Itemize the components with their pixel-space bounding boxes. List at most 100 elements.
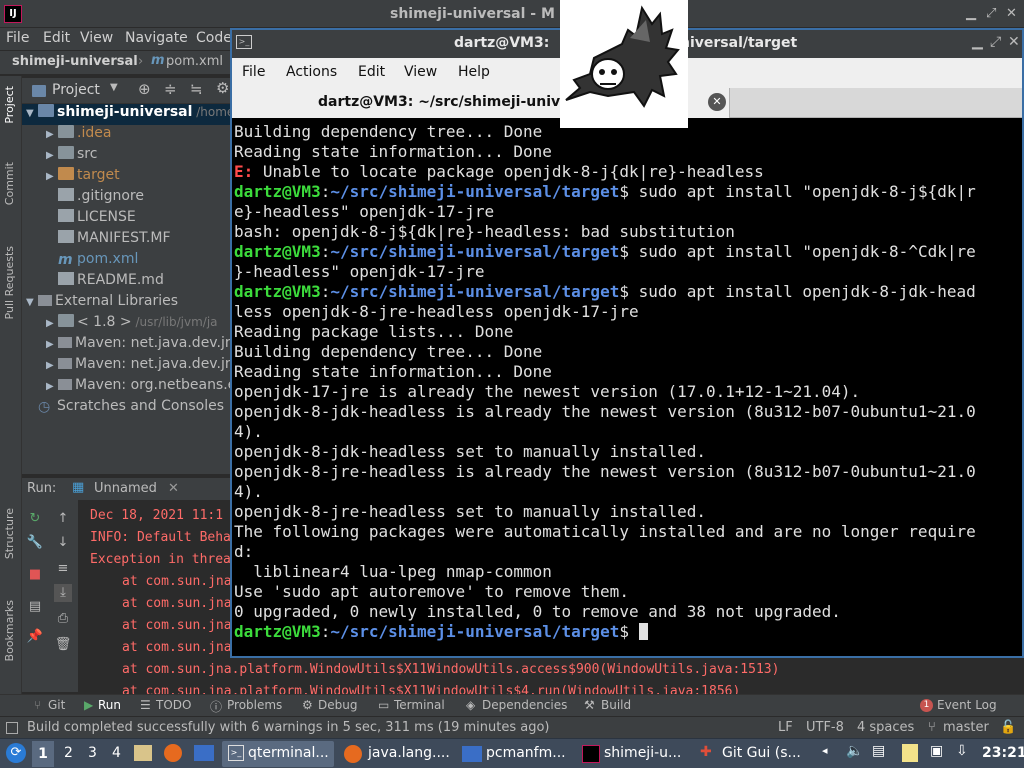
task-qterminal[interactable]: >_ qterminal...: [222, 741, 334, 767]
indent-setting[interactable]: 4 spaces: [857, 720, 914, 735]
workspace-1[interactable]: 1: [32, 741, 54, 767]
shimeji-mascot[interactable]: [560, 0, 688, 128]
tree-item[interactable]: ▶ .idea: [22, 125, 111, 146]
terminal-output[interactable]: Building dependency tree... Done Reading …: [234, 122, 1020, 656]
volume-icon[interactable]: 🔈: [846, 743, 863, 759]
minimize-icon[interactable]: ▁: [972, 34, 983, 50]
terminal-menu-actions[interactable]: Actions: [286, 64, 337, 80]
panel-toggle-icon[interactable]: [6, 722, 18, 734]
tab-build[interactable]: Build: [601, 698, 631, 712]
tree-item[interactable]: ▶ Maven: net.java.dev.jn: [22, 356, 234, 377]
clock[interactable]: 23:21: [982, 745, 1024, 761]
chevron-right-icon[interactable]: ▶: [46, 339, 58, 350]
terminal-menu-view[interactable]: View: [404, 64, 437, 80]
tab-project[interactable]: Project: [3, 86, 16, 124]
notes-icon[interactable]: [902, 744, 918, 762]
menu-code[interactable]: Code: [196, 30, 232, 46]
workspace-4[interactable]: 4: [112, 745, 121, 761]
file-manager-launcher-icon[interactable]: [134, 745, 152, 761]
chevron-right-icon[interactable]: ▶: [46, 381, 58, 392]
close-icon[interactable]: ✕: [1006, 6, 1017, 21]
chevron-right-icon[interactable]: ▶: [46, 318, 58, 329]
task-pcmanfm[interactable]: pcmanfm...: [458, 741, 574, 767]
lock-icon[interactable]: 🔓: [1000, 720, 1016, 735]
tree-item[interactable]: ▶ src: [22, 146, 97, 167]
scroll-to-end-icon[interactable]: ⤓: [54, 584, 72, 602]
tab-commit[interactable]: Commit: [3, 162, 16, 205]
git-branch[interactable]: master: [943, 720, 989, 735]
tab-pull-requests[interactable]: Pull Requests: [3, 246, 16, 319]
run-config-tab[interactable]: Unnamed: [94, 481, 157, 496]
close-icon[interactable]: ✕: [1008, 34, 1020, 50]
maximize-icon[interactable]: ⤢: [990, 34, 1001, 50]
tab-terminal[interactable]: Terminal: [394, 698, 445, 712]
chevron-right-icon[interactable]: ▶: [46, 129, 58, 140]
workspace-2[interactable]: 2: [64, 745, 73, 761]
file-encoding[interactable]: UTF-8: [806, 720, 844, 735]
firefox-launcher-icon[interactable]: [164, 744, 182, 762]
chevron-right-icon[interactable]: ▶: [46, 171, 58, 182]
soft-wrap-icon[interactable]: ≡: [54, 560, 72, 578]
menu-file[interactable]: File: [6, 30, 29, 46]
terminal-menu-help[interactable]: Help: [458, 64, 490, 80]
tab-debug[interactable]: Debug: [318, 698, 357, 712]
terminal-menu-edit[interactable]: Edit: [358, 64, 385, 80]
tab-run[interactable]: Run: [98, 698, 121, 712]
maximize-icon[interactable]: ⤢: [986, 6, 996, 21]
tree-item[interactable]: ▶ Maven: net.java.dev.jn: [22, 335, 234, 356]
crosshair-icon[interactable]: ⊕: [138, 80, 151, 98]
collapse-all-icon[interactable]: ≑: [164, 80, 177, 98]
tree-item[interactable]: ▶ < 1.8 > /usr/lib/jvm/ja: [22, 314, 218, 335]
stop-icon[interactable]: ■: [26, 566, 44, 584]
tree-item[interactable]: ◷ Scratches and Consoles: [22, 398, 224, 419]
task-intellij[interactable]: shimeji-u...: [578, 741, 690, 767]
start-menu-icon[interactable]: ⟳: [6, 743, 26, 763]
terminal-menu-file[interactable]: File: [242, 64, 265, 80]
tree-item[interactable]: ▶ target: [22, 167, 120, 188]
tab-event-log[interactable]: Event Log: [937, 698, 997, 712]
project-panel-title[interactable]: Project: [52, 82, 100, 98]
layout-icon[interactable]: ▤: [26, 598, 44, 616]
tree-item[interactable]: ▼ shimeji-universal /home: [22, 104, 234, 125]
tab-bookmarks[interactable]: Bookmarks: [3, 600, 16, 661]
task-java[interactable]: java.lang....: [340, 741, 452, 767]
tab-dependencies[interactable]: Dependencies: [482, 698, 567, 712]
chevron-down-icon[interactable]: ▼: [26, 297, 38, 308]
status-message[interactable]: Build completed successfully with 6 warn…: [27, 720, 550, 735]
tray-icon[interactable]: ⇩: [956, 743, 968, 759]
line-separator[interactable]: LF: [778, 720, 793, 735]
tree-item[interactable]: ▶ Maven: org.netbeans.e: [22, 377, 236, 398]
menu-view[interactable]: View: [80, 30, 113, 46]
up-arrow-icon[interactable]: ↑: [54, 510, 72, 528]
scroll-left-icon[interactable]: ◂: [822, 744, 828, 757]
print-icon[interactable]: ⎙: [54, 610, 72, 628]
tab-todo[interactable]: TODO: [156, 698, 191, 712]
menu-edit[interactable]: Edit: [43, 30, 70, 46]
chevron-down-icon[interactable]: ▼: [110, 82, 118, 93]
close-tab-icon[interactable]: ✕: [708, 93, 726, 111]
desktop-launcher-icon[interactable]: [194, 745, 214, 761]
chevron-right-icon[interactable]: ▶: [46, 360, 58, 371]
tab-git[interactable]: Git: [48, 698, 65, 712]
task-git-gui[interactable]: ✚ Git Gui (s...: [696, 741, 808, 767]
settings-icon[interactable]: ⚙: [216, 79, 229, 97]
workspace-3[interactable]: 3: [88, 745, 97, 761]
tree-item[interactable]: README.md: [22, 272, 164, 293]
tree-item[interactable]: m pom.xml: [22, 251, 138, 272]
network-icon[interactable]: ▣: [930, 743, 943, 759]
tab-problems[interactable]: Problems: [227, 698, 282, 712]
tree-item[interactable]: .gitignore: [22, 188, 144, 209]
rerun-icon[interactable]: ↻: [26, 510, 44, 528]
pin-icon[interactable]: 📌: [26, 628, 44, 646]
down-arrow-icon[interactable]: ↓: [54, 534, 72, 552]
tab-structure[interactable]: Structure: [3, 508, 16, 559]
trash-icon[interactable]: 🗑: [54, 636, 72, 654]
tree-item[interactable]: LICENSE: [22, 209, 136, 230]
expand-all-icon[interactable]: ≒: [190, 80, 203, 98]
screenshot-icon[interactable]: ▤: [872, 743, 885, 759]
breadcrumb-file[interactable]: pom.xml: [166, 54, 223, 69]
close-tab-icon[interactable]: ✕: [168, 481, 179, 496]
tree-item[interactable]: ▼ External Libraries: [22, 293, 178, 314]
chevron-down-icon[interactable]: ▼: [26, 108, 38, 119]
breadcrumb-project[interactable]: shimeji-universal: [12, 54, 138, 69]
